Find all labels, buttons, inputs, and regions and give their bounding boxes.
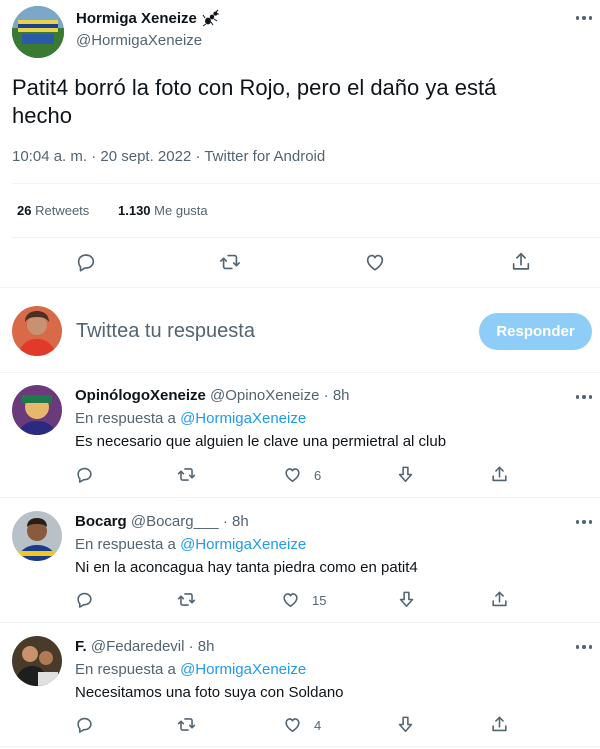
- divider: [0, 746, 600, 747]
- ant-icon: [202, 9, 220, 27]
- reply-avatar[interactable]: [12, 385, 62, 435]
- more-icon[interactable]: [572, 515, 596, 529]
- reply-header: OpinólogoXeneize @OpinoXeneize · 8h: [75, 387, 350, 404]
- reply-context-prefix: En respuesta a: [75, 661, 176, 678]
- retweet-icon[interactable]: [177, 465, 196, 484]
- divider: [0, 622, 600, 623]
- share-icon[interactable]: [490, 715, 509, 734]
- reply-text: Ni en la aconcagua hay tanta piedra como…: [75, 559, 418, 576]
- reply-context: En respuesta a @HormigaXeneize: [75, 661, 306, 678]
- author-avatar[interactable]: [12, 6, 64, 58]
- retweets-stat[interactable]: 26 Retweets: [17, 203, 89, 218]
- tweet-text-line2: hecho: [12, 103, 72, 128]
- more-icon[interactable]: [572, 640, 596, 654]
- retweet-icon[interactable]: [177, 715, 196, 734]
- divider: [12, 237, 600, 238]
- reply-icon[interactable]: [75, 251, 97, 273]
- reply-text: Necesitamos una foto suya con Soldano: [75, 684, 344, 701]
- reply-avatar[interactable]: [12, 636, 62, 686]
- likes-label: Me gusta: [154, 203, 208, 218]
- heart-icon[interactable]: [364, 251, 386, 273]
- reply-author-name[interactable]: Bocarg: [75, 513, 127, 530]
- share-icon[interactable]: [490, 465, 509, 484]
- divider: [0, 497, 600, 498]
- retweets-count: 26: [17, 203, 32, 218]
- reply-icon[interactable]: [75, 590, 94, 609]
- author-name[interactable]: Hormiga Xeneize: [76, 10, 197, 27]
- divider: [0, 372, 600, 373]
- reply-icon[interactable]: [75, 715, 94, 734]
- reply-avatar[interactable]: [12, 511, 62, 561]
- divider: [12, 183, 600, 184]
- reply-text: Es necesario que alguien le clave una pe…: [75, 433, 447, 450]
- reply-time[interactable]: · 8h: [324, 387, 350, 404]
- reply-icon[interactable]: [75, 465, 94, 484]
- divider: [0, 287, 600, 288]
- reply-context-prefix: En respuesta a: [75, 536, 176, 553]
- retweet-icon[interactable]: [177, 590, 196, 609]
- likes-stat[interactable]: 1.130 Me gusta: [118, 203, 208, 218]
- reply-author-name[interactable]: OpinólogoXeneize: [75, 387, 206, 404]
- reply-to-link[interactable]: @HormigaXeneize: [180, 410, 306, 427]
- reply-time[interactable]: · 8h: [189, 638, 215, 655]
- share-icon[interactable]: [490, 590, 509, 609]
- like-count: 4: [314, 718, 322, 733]
- downvote-icon[interactable]: [396, 465, 415, 484]
- heart-icon[interactable]: [281, 590, 300, 609]
- compose-input[interactable]: Twittea tu respuesta: [76, 320, 255, 343]
- share-icon[interactable]: [510, 251, 532, 273]
- tweet-text-line1: Patit4 borró la foto con Rojo, pero el d…: [12, 75, 497, 100]
- reply-author-name[interactable]: F.: [75, 638, 87, 655]
- reply-to-link[interactable]: @HormigaXeneize: [180, 661, 306, 678]
- reply-context: En respuesta a @HormigaXeneize: [75, 536, 306, 553]
- reply-header: F. @Fedaredevil · 8h: [75, 638, 214, 655]
- tweet-timestamp[interactable]: 10:04 a. m. · 20 sept. 2022 · Twitter fo…: [12, 148, 325, 165]
- downvote-icon[interactable]: [397, 590, 416, 609]
- heart-icon[interactable]: [283, 465, 302, 484]
- more-icon[interactable]: [572, 390, 596, 404]
- reply-author-handle[interactable]: @Bocarg___: [131, 513, 219, 530]
- likes-count: 1.130: [118, 203, 151, 218]
- reply-avatar-image: [12, 385, 62, 435]
- reply-avatar-image: [12, 511, 62, 561]
- reply-author-handle[interactable]: @OpinoXeneize: [210, 387, 319, 404]
- retweets-label: Retweets: [35, 203, 90, 218]
- like-count: 6: [314, 468, 322, 483]
- reply-context: En respuesta a @HormigaXeneize: [75, 410, 306, 427]
- reply-author-handle[interactable]: @Fedaredevil: [91, 638, 185, 655]
- reply-avatar-image: [12, 636, 62, 686]
- retweet-icon[interactable]: [219, 251, 241, 273]
- like-count: 15: [312, 593, 327, 608]
- user-avatar-image: [12, 306, 62, 356]
- author-handle[interactable]: @HormigaXeneize: [76, 32, 202, 49]
- downvote-icon[interactable]: [396, 715, 415, 734]
- reply-button[interactable]: Responder: [479, 313, 592, 350]
- heart-icon[interactable]: [283, 715, 302, 734]
- user-avatar[interactable]: [12, 306, 62, 356]
- reply-context-prefix: En respuesta a: [75, 410, 176, 427]
- more-icon[interactable]: [572, 11, 596, 25]
- reply-time[interactable]: · 8h: [223, 513, 249, 530]
- reply-to-link[interactable]: @HormigaXeneize: [180, 536, 306, 553]
- reply-header: Bocarg @Bocarg___ · 8h: [75, 513, 249, 530]
- author-avatar-image: [12, 6, 64, 58]
